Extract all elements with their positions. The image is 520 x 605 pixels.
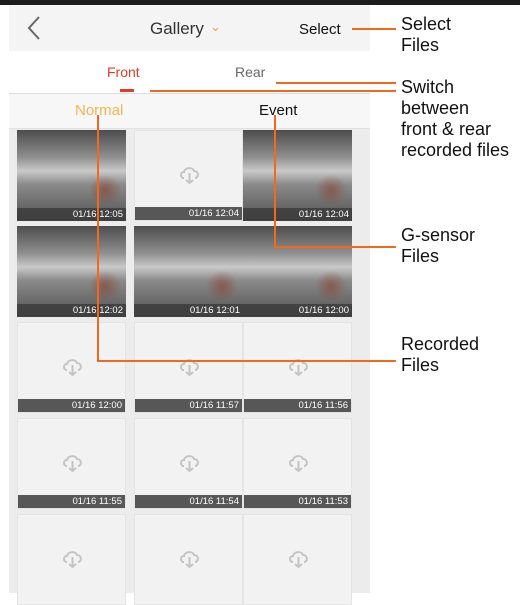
video-thumbnail[interactable]: 01/16 12:02	[17, 226, 126, 317]
cloud-download-icon	[63, 551, 82, 569]
select-button[interactable]: Select	[299, 21, 341, 38]
gsensor-callout-line	[274, 246, 396, 248]
cloud-download-icon	[63, 359, 82, 377]
video-thumbnail[interactable]: 01/16 11:53	[243, 418, 352, 509]
switch-annotation: Switch between front & rear recorded fil…	[401, 77, 510, 160]
select-callout-line	[352, 28, 396, 30]
cloud-download-icon	[63, 455, 82, 473]
recorded-callout-line-vertical	[97, 115, 99, 361]
cloud-download-icon	[180, 359, 199, 377]
thumbnail-timestamp: 01/16 12:01	[134, 304, 243, 317]
video-thumbnail[interactable]: 01/16 12:05	[17, 130, 126, 221]
video-thumbnail[interactable]: 01/16 11:57	[134, 322, 243, 413]
video-thumbnail[interactable]	[243, 514, 352, 605]
cloud-download-icon	[289, 359, 308, 377]
tab-rear[interactable]: Rear	[235, 64, 265, 80]
switch-callout-line-lower	[150, 90, 396, 92]
video-thumbnail[interactable]: 01/16 12:00	[17, 322, 126, 413]
video-thumbnail[interactable]	[17, 514, 126, 605]
thumbnail-timestamp: 01/16 12:00	[18, 399, 125, 412]
back-button[interactable]	[23, 13, 47, 43]
gsensor-annotation: G-sensor Files	[401, 225, 476, 266]
active-tab-indicator	[120, 89, 134, 92]
thumbnail-timestamp: 01/16 12:00	[243, 304, 352, 317]
video-thumbnail[interactable]	[134, 514, 243, 605]
thumbnail-timestamp: 01/16 11:53	[244, 495, 351, 508]
thumbnail-timestamp: 01/16 12:05	[17, 208, 126, 221]
cloud-download-icon	[180, 551, 199, 569]
camera-tabs: Front Rear	[9, 51, 370, 94]
thumbnail-timestamp: 01/16 11:56	[244, 399, 351, 412]
cloud-download-icon	[180, 455, 199, 473]
select-files-annotation: Select Files	[401, 14, 452, 55]
thumbnail-timestamp: 01/16 12:04	[135, 207, 242, 220]
video-thumbnail[interactable]: 01/16 12:04	[243, 130, 352, 221]
video-thumbnail[interactable]: 01/16 11:56	[243, 322, 352, 413]
tab-normal[interactable]: Normal	[75, 102, 123, 119]
chevron-down-icon[interactable]: ⌄	[210, 19, 221, 35]
recorded-callout-line	[97, 360, 396, 362]
video-thumbnail[interactable]: 01/16 11:55	[17, 418, 126, 509]
video-thumbnail[interactable]: 01/16 12:01	[134, 226, 243, 317]
gsensor-callout-line-vertical	[274, 115, 276, 247]
cloud-download-icon	[289, 455, 308, 473]
chevron-left-icon	[27, 16, 40, 40]
tab-front[interactable]: Front	[107, 64, 140, 80]
switch-callout-line-upper	[276, 82, 396, 84]
tab-event[interactable]: Event	[259, 102, 297, 119]
cloud-download-icon	[180, 167, 199, 185]
video-thumbnail[interactable]: 01/16 12:04	[134, 130, 243, 221]
thumbnail-timestamp: 01/16 11:55	[18, 495, 125, 508]
page-title[interactable]: Gallery	[150, 19, 204, 39]
app-header: Gallery ⌄ Select	[9, 5, 370, 52]
recorded-annotation: Recorded Files	[401, 334, 480, 375]
thumbnail-timestamp: 01/16 11:54	[135, 495, 242, 508]
file-type-tabs: Normal Event	[9, 94, 370, 129]
video-thumbnail[interactable]: 01/16 12:00	[243, 226, 352, 317]
thumbnail-timestamp: 01/16 12:02	[17, 304, 126, 317]
thumbnail-timestamp: 01/16 12:04	[243, 208, 352, 221]
thumbnail-timestamp: 01/16 11:57	[135, 399, 242, 412]
video-thumbnail[interactable]: 01/16 11:54	[134, 418, 243, 509]
cloud-download-icon	[289, 551, 308, 569]
